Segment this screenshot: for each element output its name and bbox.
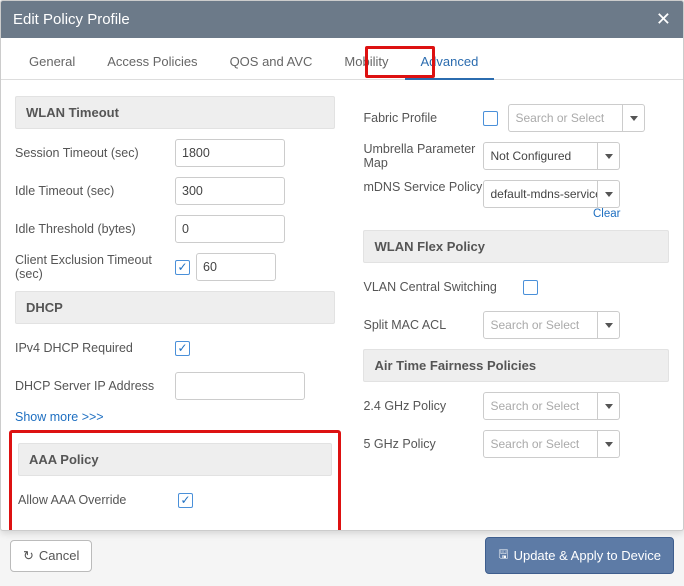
update-apply-button[interactable]: Update & Apply to Device <box>485 537 674 574</box>
cancel-button[interactable]: Cancel <box>10 540 92 572</box>
row-session-timeout: Session Timeout (sec) <box>15 139 335 167</box>
fabric-profile-label: Fabric Profile <box>363 111 483 125</box>
dhcp-header: DHCP <box>15 291 335 324</box>
row-fabric-profile: Fabric Profile Search or Select <box>363 104 669 132</box>
dhcp-server-ip-input[interactable] <box>175 372 305 400</box>
chevron-down-icon <box>630 116 638 121</box>
edit-policy-profile-modal: Edit Policy Profile ✕ General Access Pol… <box>0 0 684 531</box>
row-idle-threshold: Idle Threshold (bytes) <box>15 215 335 243</box>
24ghz-label: 2.4 GHz Policy <box>363 399 483 413</box>
atf-header: Air Time Fairness Policies <box>363 349 669 382</box>
wlan-timeout-header: WLAN Timeout <box>15 96 335 129</box>
mdns-select[interactable]: default-mdns-service <box>483 180 620 208</box>
24ghz-value: Search or Select <box>483 392 598 420</box>
mdns-label: mDNS Service Policy <box>363 180 483 194</box>
chevron-down-icon <box>605 192 613 197</box>
modal-title: Edit Policy Profile <box>13 11 130 28</box>
24ghz-select[interactable]: Search or Select <box>483 392 620 420</box>
fabric-profile-select[interactable]: Search or Select <box>508 104 645 132</box>
allow-aaa-override-label: Allow AAA Override <box>18 493 178 507</box>
row-client-exclusion: Client Exclusion Timeout (sec) <box>15 253 335 281</box>
client-exclusion-label: Client Exclusion Timeout (sec) <box>15 253 175 281</box>
vlan-central-checkbox[interactable] <box>523 280 538 295</box>
mdns-caret[interactable] <box>598 180 620 208</box>
client-exclusion-input[interactable] <box>196 253 276 281</box>
wlan-flex-policy-header: WLAN Flex Policy <box>363 230 669 263</box>
fabric-profile-caret[interactable] <box>623 104 645 132</box>
split-mac-value: Search or Select <box>483 311 598 339</box>
ipv4-dhcp-required-label: IPv4 DHCP Required <box>15 341 175 355</box>
idle-timeout-label: Idle Timeout (sec) <box>15 184 175 198</box>
modal-body[interactable]: WLAN Timeout Session Timeout (sec) Idle … <box>1 80 683 530</box>
mdns-clear-link[interactable]: Clear <box>593 208 620 220</box>
tab-mobility[interactable]: Mobility <box>328 44 404 79</box>
chevron-down-icon <box>605 154 613 159</box>
allow-aaa-override-checkbox[interactable] <box>178 493 193 508</box>
update-apply-label: Update & Apply to Device <box>514 548 661 563</box>
modal-footer: Cancel Update & Apply to Device <box>6 531 678 580</box>
chevron-down-icon <box>605 404 613 409</box>
row-dhcp-server-ip: DHCP Server IP Address <box>15 372 335 400</box>
5ghz-caret[interactable] <box>598 430 620 458</box>
session-timeout-label: Session Timeout (sec) <box>15 146 175 160</box>
split-mac-select[interactable]: Search or Select <box>483 311 620 339</box>
5ghz-label: 5 GHz Policy <box>363 437 483 451</box>
chevron-down-icon <box>605 442 613 447</box>
session-timeout-input[interactable] <box>175 139 285 167</box>
refresh-icon <box>23 548 34 564</box>
show-more-link[interactable]: Show more >>> <box>15 410 104 424</box>
umbrella-value: Not Configured <box>483 142 598 170</box>
idle-threshold-input[interactable] <box>175 215 285 243</box>
row-ipv4-dhcp-required: IPv4 DHCP Required <box>15 334 335 362</box>
left-column: WLAN Timeout Session Timeout (sec) Idle … <box>1 80 349 530</box>
umbrella-caret[interactable] <box>598 142 620 170</box>
chevron-down-icon <box>605 323 613 328</box>
dhcp-server-ip-label: DHCP Server IP Address <box>15 379 175 393</box>
row-umbrella: Umbrella Parameter Map Not Configured <box>363 142 669 170</box>
row-allow-aaa-override: Allow AAA Override <box>18 486 332 514</box>
umbrella-select[interactable]: Not Configured <box>483 142 620 170</box>
fabric-profile-value: Search or Select <box>508 104 623 132</box>
tab-access-policies[interactable]: Access Policies <box>91 44 213 79</box>
client-exclusion-checkbox[interactable] <box>175 260 190 275</box>
mdns-value: default-mdns-service <box>483 180 598 208</box>
vlan-central-label: VLAN Central Switching <box>363 280 523 294</box>
split-mac-caret[interactable] <box>598 311 620 339</box>
row-mdns: mDNS Service Policy default-mdns-service… <box>363 180 669 220</box>
row-split-mac: Split MAC ACL Search or Select <box>363 311 669 339</box>
row-24ghz: 2.4 GHz Policy Search or Select <box>363 392 669 420</box>
modal-header: Edit Policy Profile ✕ <box>1 1 683 38</box>
tab-advanced[interactable]: Advanced <box>405 44 495 79</box>
idle-timeout-input[interactable] <box>175 177 285 205</box>
fabric-profile-checkbox[interactable] <box>483 111 498 126</box>
highlight-aaa-policy: AAA Policy Allow AAA Override <box>9 430 341 530</box>
5ghz-value: Search or Select <box>483 430 598 458</box>
row-vlan-central: VLAN Central Switching <box>363 273 669 301</box>
split-mac-label: Split MAC ACL <box>363 318 483 332</box>
umbrella-label: Umbrella Parameter Map <box>363 142 483 170</box>
cancel-button-label: Cancel <box>39 548 79 563</box>
save-icon <box>498 545 508 566</box>
row-5ghz: 5 GHz Policy Search or Select <box>363 430 669 458</box>
right-column: Fabric Profile Search or Select Umbrella… <box>349 80 683 530</box>
5ghz-select[interactable]: Search or Select <box>483 430 620 458</box>
row-idle-timeout: Idle Timeout (sec) <box>15 177 335 205</box>
tab-general[interactable]: General <box>13 44 91 79</box>
tab-bar: General Access Policies QOS and AVC Mobi… <box>1 44 683 80</box>
aaa-policy-header: AAA Policy <box>18 443 332 476</box>
24ghz-caret[interactable] <box>598 392 620 420</box>
ipv4-dhcp-required-checkbox[interactable] <box>175 341 190 356</box>
tab-qos-avc[interactable]: QOS and AVC <box>214 44 329 79</box>
idle-threshold-label: Idle Threshold (bytes) <box>15 222 175 236</box>
close-icon[interactable]: ✕ <box>656 9 671 30</box>
